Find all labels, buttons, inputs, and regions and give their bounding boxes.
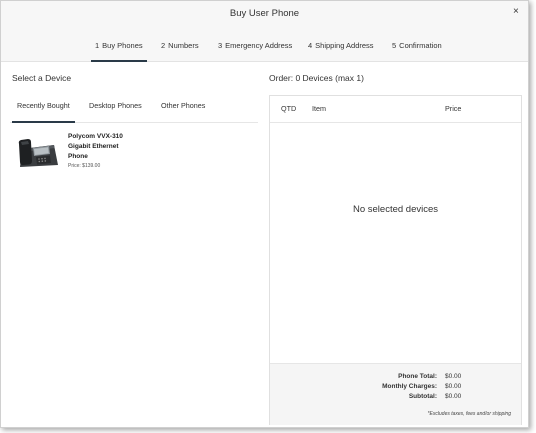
excludes-taxes-note: *Excludes taxes, fees and/or shipping — [427, 411, 511, 417]
tab-other-phones[interactable]: Other Phones — [161, 101, 205, 110]
step-number: 4 — [308, 41, 313, 50]
step-shipping-address[interactable]: 4 Shipping Address — [308, 41, 374, 50]
step-label: Numbers — [168, 41, 199, 50]
empty-order-message: No selected devices — [352, 204, 439, 215]
order-heading: Order: 0 Devices (max 1) — [269, 73, 364, 83]
column-item: Item — [312, 104, 326, 113]
step-number: 5 — [392, 41, 397, 50]
device-name: Polycom VVX-310 Gigabit Ethernet Phone — [68, 133, 123, 160]
step-emergency-address[interactable]: 3 Emergency Address — [218, 41, 292, 50]
subtotal-label: Subtotal: — [408, 393, 437, 400]
step-number: 1 — [95, 41, 100, 50]
dialog-title: Buy User Phone — [229, 8, 300, 19]
tab-desktop-phones[interactable]: Desktop Phones — [89, 101, 142, 110]
monthly-charges-label: Monthly Charges: — [382, 383, 437, 390]
order-table-header: QTD Item Price — [270, 96, 521, 123]
step-numbers[interactable]: 2 Numbers — [161, 41, 199, 50]
column-qty: QTD — [281, 104, 297, 113]
order-panel: QTD Item Price No selected devices Phone… — [269, 95, 522, 425]
tab-recently-bought[interactable]: Recently Bought — [12, 101, 75, 123]
wizard-steps: 1 Buy Phones 2 Numbers 3 Emergency Address … — [1, 41, 528, 62]
step-number: 3 — [218, 41, 223, 50]
order-totals: Phone Total: $0.00 Monthly Charges: $0.0… — [270, 363, 521, 425]
phone-total-row: Phone Total: $0.00 — [270, 373, 521, 383]
device-category-tabs: Recently Bought Desktop Phones Other Pho… — [10, 96, 258, 123]
step-label: Confirmation — [399, 41, 442, 50]
step-label: Shipping Address — [315, 41, 374, 50]
close-icon[interactable]: × — [513, 6, 519, 17]
step-confirmation[interactable]: 5 Confirmation — [392, 41, 442, 50]
device-card-polycom-vvx-310[interactable]: Polycom VVX-310 Gigabit Ethernet Phone P… — [16, 132, 136, 172]
phone-total-label: Phone Total: — [398, 373, 437, 380]
buy-user-phone-dialog: Buy User Phone × 1 Buy Phones 2 Numbers 3E… — [0, 0, 529, 428]
subtotal-row: Subtotal: $0.00 — [270, 393, 521, 403]
step-buy-phones[interactable]: 1 Buy Phones — [91, 41, 147, 62]
step-number: 2 — [161, 41, 166, 50]
phone-total-value: $0.00 — [445, 373, 462, 380]
device-price: Price: $139.00 — [68, 163, 101, 169]
monthly-charges-row: Monthly Charges: $0.00 — [270, 383, 521, 393]
subtotal-value: $0.00 — [445, 393, 462, 400]
desk-phone-icon — [18, 139, 58, 167]
step-label: Emergency Address — [225, 41, 293, 50]
monthly-charges-value: $0.00 — [445, 383, 462, 390]
column-price: Price — [445, 104, 462, 113]
step-label: Buy Phones — [102, 41, 143, 50]
dialog-header: Buy User Phone × 1 Buy Phones 2 Numbers 3E… — [1, 1, 528, 62]
select-device-heading: Select a Device — [12, 73, 72, 83]
